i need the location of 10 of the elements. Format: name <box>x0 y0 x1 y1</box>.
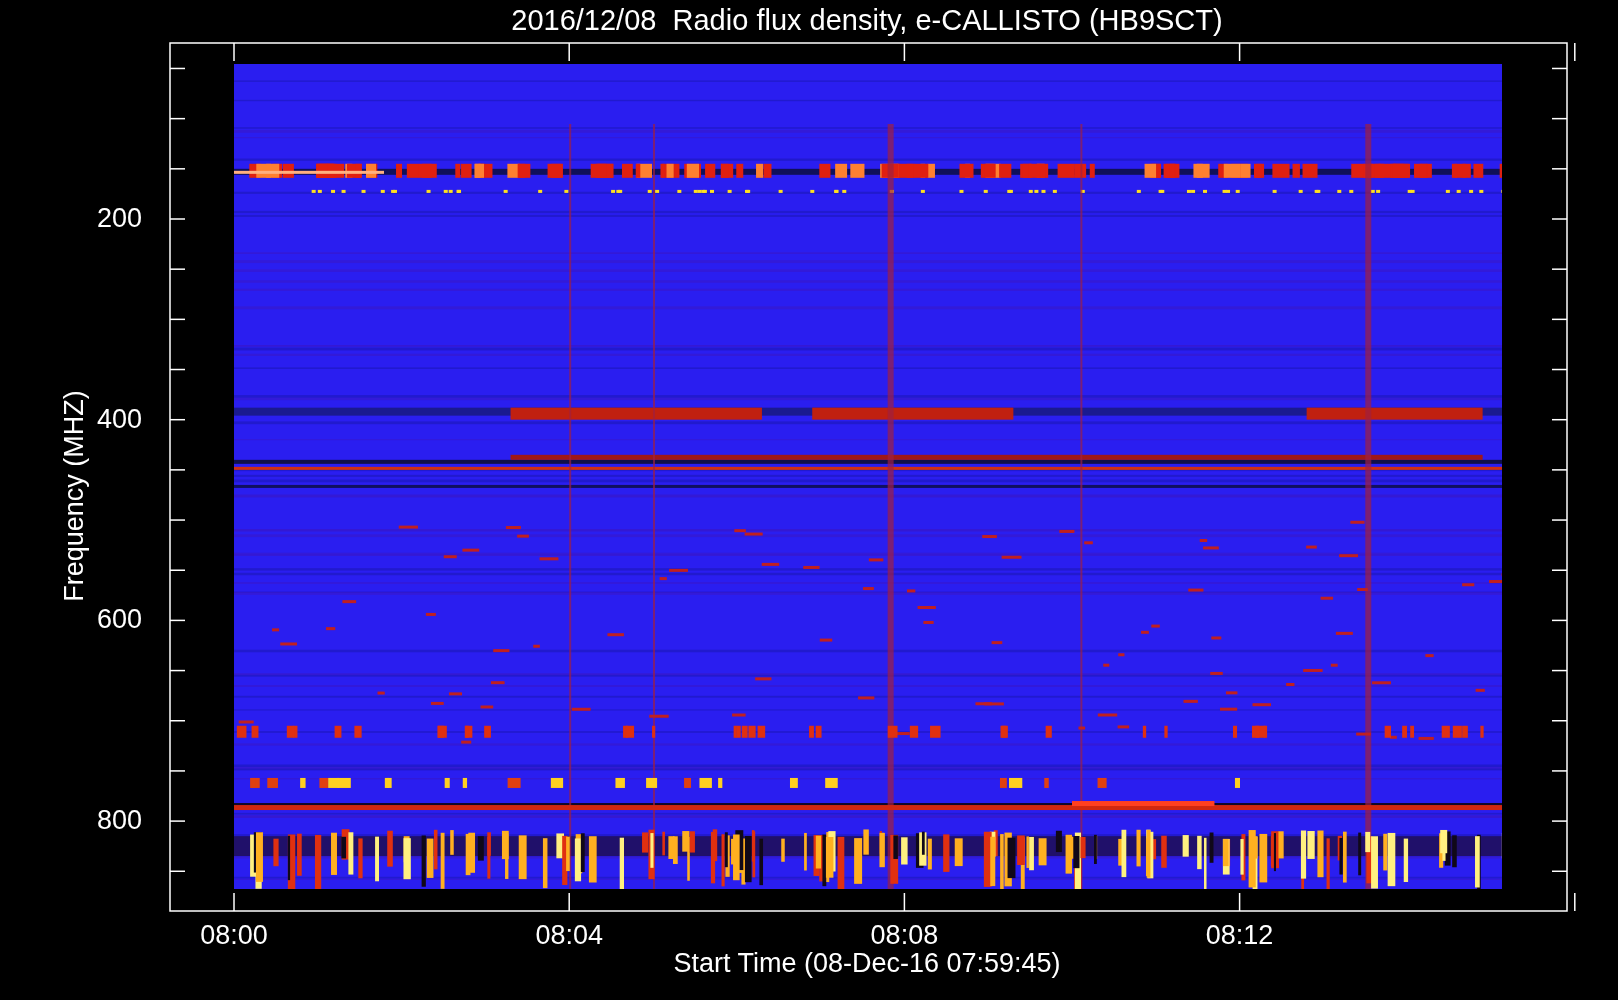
x-tick-label: 08:00 <box>199 922 269 949</box>
x-axis-label: Start Time (08-Dec-16 07:59:45) <box>672 950 1062 977</box>
y-tick-label: 600 <box>95 606 142 634</box>
y-tick-label: 200 <box>95 205 142 232</box>
x-tick-label: 08:08 <box>869 922 940 949</box>
x-tick-label: 08:12 <box>1204 922 1275 949</box>
y-axis-label: Frequency (MHZ) <box>60 390 88 602</box>
y-tick-label: 800 <box>95 807 142 835</box>
chart-title: 2016/12/08 Radio flux density, e-CALLISTO (HB9SCT) <box>510 6 1224 35</box>
x-tick-label: 08:04 <box>534 922 604 949</box>
